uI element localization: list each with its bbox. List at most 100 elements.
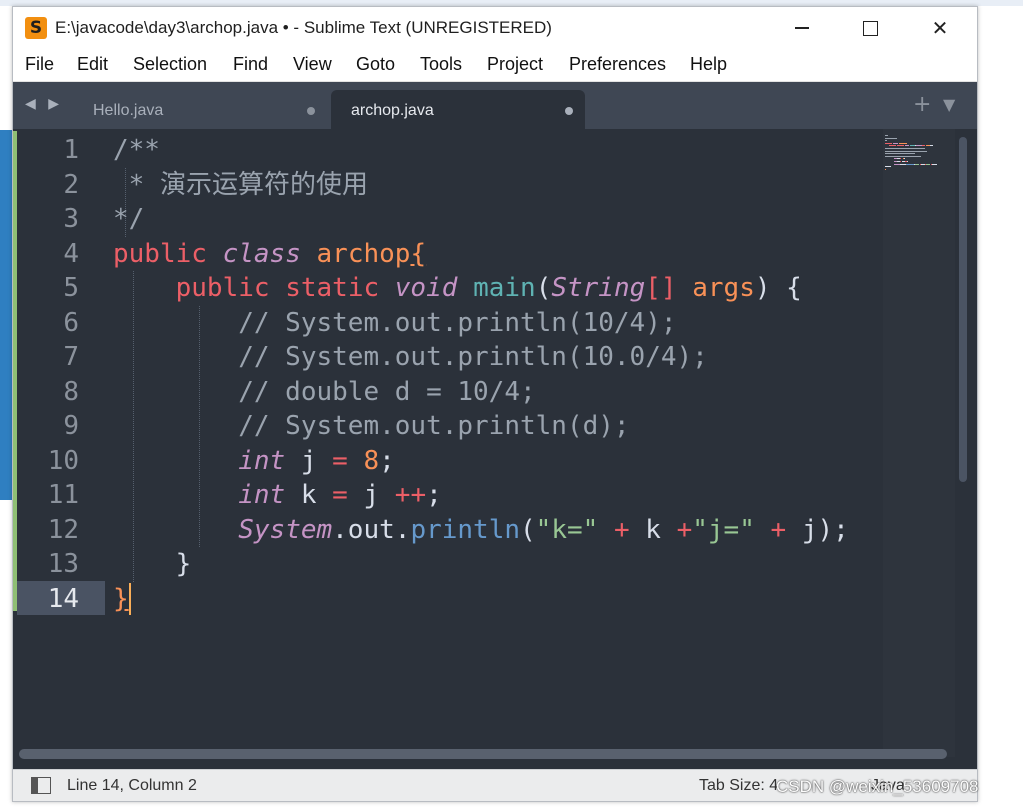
code-token: "k=" [535, 514, 599, 545]
minimap-token [907, 161, 909, 162]
unsaved-dot-icon[interactable] [307, 107, 315, 115]
menu-find[interactable]: Find [233, 54, 268, 75]
menu-preferences[interactable]: Preferences [569, 54, 666, 75]
line-number: 7 [63, 342, 79, 372]
menu-goto[interactable]: Goto [356, 54, 395, 75]
code-token: .out. [332, 514, 411, 545]
menu-edit[interactable]: Edit [77, 54, 108, 75]
minimap-token [899, 142, 906, 144]
minimap-token [885, 155, 922, 157]
title-bar[interactable]: S E:\javacode\day3\archop.java • - Subli… [13, 7, 977, 49]
tab-label: Hello.java [93, 102, 164, 119]
minimap-token [925, 163, 931, 165]
code-text-area[interactable]: /** * 演示运算符的使用 */public class archop{ pub… [113, 133, 883, 653]
code-token: * 演示运算符的使用 [113, 169, 368, 200]
minimap-token [905, 142, 907, 144]
menu-tools[interactable]: Tools [420, 54, 462, 75]
minimap-token [915, 145, 923, 147]
line-number: 4 [63, 238, 79, 269]
code-line[interactable]: public static void main(String[] args) { [113, 271, 802, 305]
code-editor[interactable]: 1 2 3 4 5 6 7 8 9 10 11 12 13 14 /** * 演示运算符的使用 */publ… [13, 129, 977, 769]
line-number: 10 [47, 445, 79, 476]
line-number: 13 [47, 549, 79, 579]
tab-archop-java[interactable]: archop.java [331, 90, 585, 129]
code-line[interactable]: } [113, 582, 131, 616]
code-token: { [410, 238, 427, 269]
minimap-token [903, 158, 905, 160]
code-token: "j=" [692, 514, 755, 545]
minimap-token [889, 145, 896, 147]
code-line[interactable]: // System.out.println(10.0/4); [113, 340, 708, 374]
menu-file[interactable]: File [25, 54, 54, 75]
code-token: k [285, 480, 333, 510]
menu-view[interactable]: View [293, 54, 332, 75]
code-token: + [613, 514, 630, 545]
tab-list-chevron-down-icon[interactable]: ▼ [943, 95, 955, 114]
minimap-token [914, 163, 920, 165]
code-line[interactable]: // System.out.println(d); [113, 409, 630, 443]
code-line[interactable]: /** [113, 133, 160, 167]
minimap-token [885, 150, 927, 152]
code-line[interactable]: // System.out.println(10/4); [113, 306, 676, 340]
close-button[interactable]: ✕ [911, 7, 969, 49]
minimap-token [904, 145, 910, 147]
vertical-scrollbar-thumb[interactable] [959, 137, 967, 482]
code-line[interactable]: */ [113, 202, 144, 236]
code-token: ; [426, 480, 442, 510]
code-token: int [238, 480, 286, 510]
maximize-icon [862, 20, 878, 36]
tab-size-selector[interactable]: Tab Size: 4 [699, 777, 778, 795]
code-line[interactable]: * 演示运算符的使用 [113, 168, 368, 202]
code-token: ( [520, 514, 536, 545]
code-token: // double d = 10/4; [113, 376, 536, 407]
code-token: ++ [394, 480, 427, 510]
tab-nav-arrows-icon[interactable]: ◀ ▶ [25, 96, 63, 112]
code-line[interactable]: // double d = 10/4; [113, 375, 536, 409]
tab-hello-java[interactable]: Hello.java [73, 90, 327, 129]
code-token: main [473, 273, 536, 303]
line-number: 1 [63, 135, 79, 165]
minimap-token [885, 135, 889, 136]
line-number: 2 [63, 169, 79, 200]
code-line[interactable]: System.out.println("k=" + k +"j=" + j); [113, 513, 849, 547]
minimap-token [885, 166, 891, 168]
minimap-token [922, 145, 925, 147]
new-tab-plus-icon[interactable]: + [913, 92, 931, 117]
code-line[interactable]: int j = 8; [113, 444, 395, 478]
menu-selection[interactable]: Selection [133, 54, 207, 75]
code-token: k [629, 514, 677, 545]
line-number: 12 [47, 514, 79, 545]
minimize-icon [795, 27, 809, 29]
menu-help[interactable]: Help [690, 54, 727, 75]
code-token: public [113, 238, 207, 269]
window-title: E:\javacode\day3\archop.java • - Sublime… [55, 18, 552, 37]
minimap-token [885, 153, 915, 155]
code-token: archop [316, 238, 411, 269]
code-token: = [332, 480, 348, 510]
menu-project[interactable]: Project [487, 54, 543, 75]
toggle-sidebar-icon[interactable] [31, 777, 51, 794]
minimize-button[interactable] [773, 7, 831, 49]
code-line[interactable]: public class archop{ [113, 237, 426, 271]
desktop-background-strip [0, 130, 12, 500]
code-token: } [113, 583, 129, 614]
code-token: class [222, 238, 301, 269]
minimap-token [897, 145, 904, 147]
line-number: 6 [63, 307, 79, 338]
code-token: + [770, 514, 787, 545]
unsaved-dot-icon[interactable] [565, 107, 573, 115]
code-line[interactable]: } [113, 547, 192, 581]
code-token: System [238, 514, 333, 545]
code-token: // System.out.println(d); [113, 411, 630, 441]
minimap[interactable] [883, 129, 955, 757]
code-line[interactable]: int k = j ++; [113, 478, 442, 512]
maximize-button[interactable] [841, 7, 899, 49]
horizontal-scrollbar-thumb[interactable] [19, 749, 947, 759]
menu-bar: File Edit Selection Find View Goto Tools… [13, 49, 977, 82]
